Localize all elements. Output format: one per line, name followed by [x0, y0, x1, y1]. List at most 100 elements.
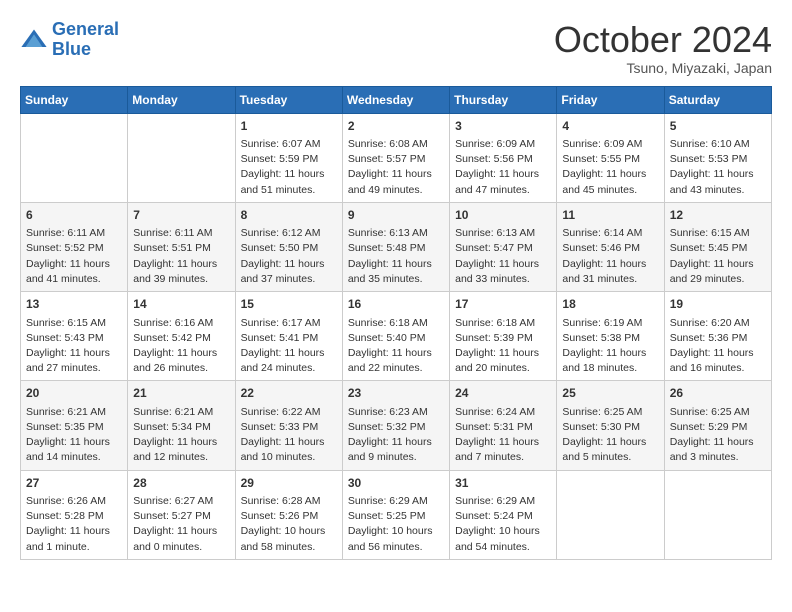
- calendar-cell: 14Sunrise: 6:16 AM Sunset: 5:42 PM Dayli…: [128, 292, 235, 381]
- day-info: Sunrise: 6:12 AM Sunset: 5:50 PM Dayligh…: [241, 226, 337, 287]
- day-info: Sunrise: 6:14 AM Sunset: 5:46 PM Dayligh…: [562, 226, 658, 287]
- day-info: Sunrise: 6:13 AM Sunset: 5:48 PM Dayligh…: [348, 226, 444, 287]
- header-friday: Friday: [557, 86, 664, 113]
- calendar-header-row: SundayMondayTuesdayWednesdayThursdayFrid…: [21, 86, 772, 113]
- day-number: 2: [348, 118, 444, 135]
- calendar-cell: 23 Sunrise: 6:23 AM Sunset: 5:32 PM Dayli…: [342, 381, 449, 470]
- day-number: 1: [241, 118, 337, 135]
- logo-line2: Blue: [52, 39, 91, 59]
- day-info: Sunrise: 6:28 AM Sunset: 5:26 PM Dayligh…: [241, 494, 337, 555]
- day-number: 19: [670, 296, 766, 313]
- calendar-cell: 29 Sunrise: 6:28 AM Sunset: 5:26 PM Dayli…: [235, 470, 342, 559]
- day-info: Sunrise: 6:21 AM Sunset: 5:35 PM Dayligh…: [26, 405, 122, 466]
- day-info: Sunrise: 6:18 AM Sunset: 5:39 PM Dayligh…: [455, 316, 551, 377]
- day-info: Sunrise: 6:15 AM Sunset: 5:43 PM Dayligh…: [26, 316, 122, 377]
- day-info: Sunrise: 6:25 AM Sunset: 5:30 PM Dayligh…: [562, 405, 658, 466]
- day-number: 8: [241, 207, 337, 224]
- day-number: 10: [455, 207, 551, 224]
- calendar-week-row: 13Sunrise: 6:15 AM Sunset: 5:43 PM Dayli…: [21, 292, 772, 381]
- day-number: 9: [348, 207, 444, 224]
- day-number: 25: [562, 385, 658, 402]
- calendar-cell: 6Sunrise: 6:11 AM Sunset: 5:52 PM Daylig…: [21, 202, 128, 291]
- day-info: Sunrise: 6:25 AM Sunset: 5:29 PM Dayligh…: [670, 405, 766, 466]
- calendar-cell: 28 Sunrise: 6:27 AM Sunset: 5:27 PM Dayli…: [128, 470, 235, 559]
- day-info: Sunrise: 6:29 AM Sunset: 5:25 PM Dayligh…: [348, 494, 444, 555]
- day-number: 14: [133, 296, 229, 313]
- calendar-cell: 13Sunrise: 6:15 AM Sunset: 5:43 PM Dayli…: [21, 292, 128, 381]
- calendar-cell: 1Sunrise: 6:07 AM Sunset: 5:59 PM Daylig…: [235, 113, 342, 202]
- calendar-cell: 31 Sunrise: 6:29 AM Sunset: 5:24 PM Dayli…: [450, 470, 557, 559]
- day-info: Sunrise: 6:09 AM Sunset: 5:56 PM Dayligh…: [455, 137, 551, 198]
- calendar-cell: 5Sunrise: 6:10 AM Sunset: 5:53 PM Daylig…: [664, 113, 771, 202]
- day-info: Sunrise: 6:11 AM Sunset: 5:52 PM Dayligh…: [26, 226, 122, 287]
- day-number: 31: [455, 475, 551, 492]
- day-info: Sunrise: 6:23 AM Sunset: 5:32 PM Dayligh…: [348, 405, 444, 466]
- day-info: Sunrise: 6:18 AM Sunset: 5:40 PM Dayligh…: [348, 316, 444, 377]
- location-subtitle: Tsuno, Miyazaki, Japan: [554, 60, 772, 76]
- month-title: October 2024: [554, 20, 772, 60]
- day-number: 15: [241, 296, 337, 313]
- day-info: Sunrise: 6:17 AM Sunset: 5:41 PM Dayligh…: [241, 316, 337, 377]
- calendar-cell: 27 Sunrise: 6:26 AM Sunset: 5:28 PM Dayli…: [21, 470, 128, 559]
- day-info: Sunrise: 6:08 AM Sunset: 5:57 PM Dayligh…: [348, 137, 444, 198]
- calendar-cell: 3 Sunrise: 6:09 AM Sunset: 5:56 PM Daylig…: [450, 113, 557, 202]
- day-info: Sunrise: 6:26 AM Sunset: 5:28 PM Dayligh…: [26, 494, 122, 555]
- header-sunday: Sunday: [21, 86, 128, 113]
- logo-text: General Blue: [52, 20, 119, 60]
- day-number: 7: [133, 207, 229, 224]
- day-number: 26: [670, 385, 766, 402]
- header-wednesday: Wednesday: [342, 86, 449, 113]
- day-number: 24: [455, 385, 551, 402]
- day-number: 12: [670, 207, 766, 224]
- day-number: 11: [562, 207, 658, 224]
- calendar-cell: 21 Sunrise: 6:21 AM Sunset: 5:34 PM Dayli…: [128, 381, 235, 470]
- calendar-week-row: 6Sunrise: 6:11 AM Sunset: 5:52 PM Daylig…: [21, 202, 772, 291]
- day-info: Sunrise: 6:21 AM Sunset: 5:34 PM Dayligh…: [133, 405, 229, 466]
- calendar-cell: 17 Sunrise: 6:18 AM Sunset: 5:39 PM Dayli…: [450, 292, 557, 381]
- calendar-table: SundayMondayTuesdayWednesdayThursdayFrid…: [20, 86, 772, 560]
- day-number: 18: [562, 296, 658, 313]
- calendar-cell: 2 Sunrise: 6:08 AM Sunset: 5:57 PM Daylig…: [342, 113, 449, 202]
- calendar-cell: 22Sunrise: 6:22 AM Sunset: 5:33 PM Dayli…: [235, 381, 342, 470]
- day-number: 21: [133, 385, 229, 402]
- calendar-cell: 18Sunrise: 6:19 AM Sunset: 5:38 PM Dayli…: [557, 292, 664, 381]
- calendar-cell: 8 Sunrise: 6:12 AM Sunset: 5:50 PM Daylig…: [235, 202, 342, 291]
- calendar-cell: 12 Sunrise: 6:15 AM Sunset: 5:45 PM Dayli…: [664, 202, 771, 291]
- day-number: 22: [241, 385, 337, 402]
- day-number: 29: [241, 475, 337, 492]
- calendar-cell: 30Sunrise: 6:29 AM Sunset: 5:25 PM Dayli…: [342, 470, 449, 559]
- day-number: 23: [348, 385, 444, 402]
- day-info: Sunrise: 6:13 AM Sunset: 5:47 PM Dayligh…: [455, 226, 551, 287]
- day-number: 3: [455, 118, 551, 135]
- header-tuesday: Tuesday: [235, 86, 342, 113]
- day-number: 27: [26, 475, 122, 492]
- title-block: October 2024 Tsuno, Miyazaki, Japan: [554, 20, 772, 76]
- calendar-week-row: 20 Sunrise: 6:21 AM Sunset: 5:35 PM Dayli…: [21, 381, 772, 470]
- day-number: 5: [670, 118, 766, 135]
- logo-line1: General: [52, 19, 119, 39]
- calendar-cell: 24Sunrise: 6:24 AM Sunset: 5:31 PM Dayli…: [450, 381, 557, 470]
- calendar-cell: 16 Sunrise: 6:18 AM Sunset: 5:40 PM Dayli…: [342, 292, 449, 381]
- day-info: Sunrise: 6:20 AM Sunset: 5:36 PM Dayligh…: [670, 316, 766, 377]
- logo-icon: [20, 26, 48, 54]
- page-header: General Blue October 2024 Tsuno, Miyazak…: [20, 20, 772, 76]
- day-number: 16: [348, 296, 444, 313]
- calendar-cell: 11 Sunrise: 6:14 AM Sunset: 5:46 PM Dayli…: [557, 202, 664, 291]
- day-info: Sunrise: 6:29 AM Sunset: 5:24 PM Dayligh…: [455, 494, 551, 555]
- calendar-week-row: 27 Sunrise: 6:26 AM Sunset: 5:28 PM Dayli…: [21, 470, 772, 559]
- calendar-week-row: 1Sunrise: 6:07 AM Sunset: 5:59 PM Daylig…: [21, 113, 772, 202]
- calendar-cell: 26 Sunrise: 6:25 AM Sunset: 5:29 PM Dayli…: [664, 381, 771, 470]
- calendar-cell: 9 Sunrise: 6:13 AM Sunset: 5:48 PM Daylig…: [342, 202, 449, 291]
- day-number: 28: [133, 475, 229, 492]
- header-monday: Monday: [128, 86, 235, 113]
- day-info: Sunrise: 6:15 AM Sunset: 5:45 PM Dayligh…: [670, 226, 766, 287]
- day-number: 17: [455, 296, 551, 313]
- day-number: 20: [26, 385, 122, 402]
- logo: General Blue: [20, 20, 119, 60]
- calendar-cell: [557, 470, 664, 559]
- day-info: Sunrise: 6:27 AM Sunset: 5:27 PM Dayligh…: [133, 494, 229, 555]
- day-info: Sunrise: 6:09 AM Sunset: 5:55 PM Dayligh…: [562, 137, 658, 198]
- calendar-cell: 4 Sunrise: 6:09 AM Sunset: 5:55 PM Daylig…: [557, 113, 664, 202]
- calendar-cell: [128, 113, 235, 202]
- day-number: 4: [562, 118, 658, 135]
